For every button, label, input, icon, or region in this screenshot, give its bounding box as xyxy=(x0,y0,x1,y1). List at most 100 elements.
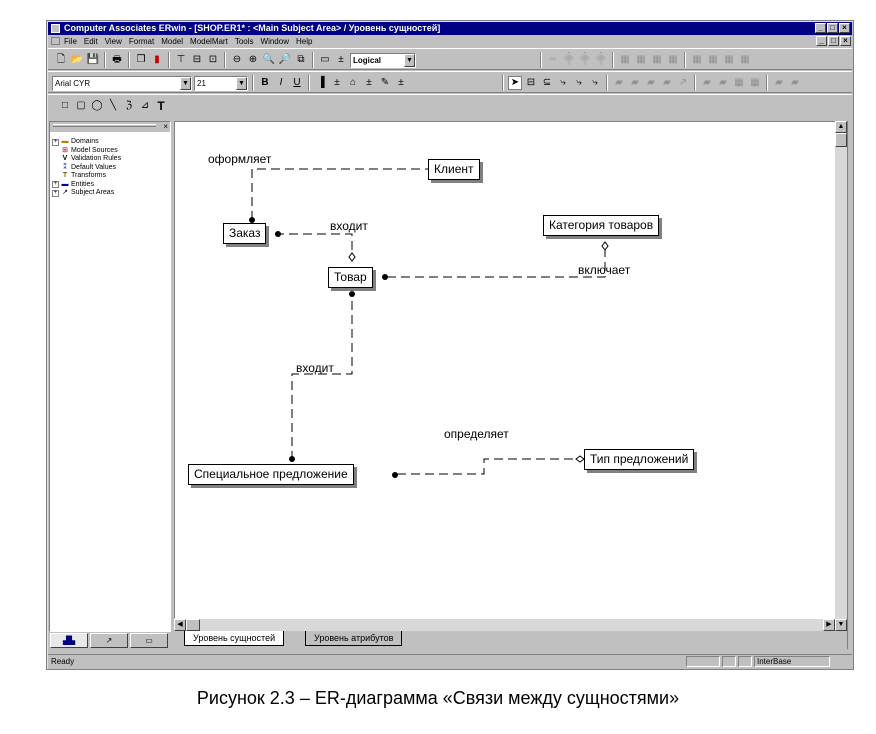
italic-button[interactable]: I xyxy=(274,76,288,90)
select-pointer-icon[interactable]: ➤ xyxy=(508,76,522,90)
scroll-down-icon[interactable]: ▼ xyxy=(835,619,847,631)
scroll-left-icon[interactable]: ◀ xyxy=(174,619,186,631)
tab-entity-level[interactable]: Уровень сущностей xyxy=(184,631,285,646)
doc-minimize-button[interactable]: _ xyxy=(816,36,827,46)
identifying-relationship-icon[interactable]: ⤷ xyxy=(556,76,570,90)
fill-color-icon[interactable]: ± xyxy=(330,76,344,90)
save-icon[interactable]: 💾 xyxy=(86,53,100,67)
menu-modelmart[interactable]: ModelMart xyxy=(190,37,228,46)
zoom-out-icon[interactable]: ⊖ xyxy=(230,53,244,67)
report-icon[interactable]: ▮ xyxy=(150,53,164,67)
tree-item-validation-rules[interactable]: V Validation Rules xyxy=(52,155,121,164)
pane-grip[interactable] xyxy=(53,124,156,127)
doc-restore-button[interactable]: □ xyxy=(828,36,839,46)
splitter[interactable] xyxy=(847,121,853,649)
entity-editor-icon[interactable]: ⊤ xyxy=(174,53,188,67)
relationship-label-offer-includes[interactable]: входит xyxy=(296,361,334,375)
doc-close-button[interactable]: × xyxy=(840,36,851,46)
entity-client[interactable]: Клиент xyxy=(428,159,480,180)
stored-display-icon[interactable]: ± xyxy=(334,53,348,67)
chevron-down-icon[interactable]: ▼ xyxy=(180,76,191,90)
many-to-many-icon[interactable]: ⤷ xyxy=(572,76,586,90)
subject-areas-icon: ↗ xyxy=(62,189,68,196)
ellipse-tool-icon[interactable]: ◯ xyxy=(90,99,104,113)
document-icon[interactable] xyxy=(51,37,60,45)
subject-area-icon[interactable]: ▭ xyxy=(318,53,332,67)
chevron-down-icon[interactable]: ▼ xyxy=(236,76,247,90)
chevron-down-icon[interactable]: ▼ xyxy=(404,53,415,67)
tab-model-objects[interactable]: ▟▙ xyxy=(50,633,88,648)
subtype-tool-icon[interactable]: ⊆ xyxy=(540,76,554,90)
entity-product[interactable]: Товар xyxy=(328,267,373,288)
zoom-window-icon[interactable]: ⧉ xyxy=(294,53,308,67)
font-size-select[interactable]: 21 ▼ xyxy=(194,75,248,91)
close-icon[interactable]: × xyxy=(163,122,168,131)
menu-edit[interactable]: Edit xyxy=(84,37,98,46)
menu-format[interactable]: Format xyxy=(129,37,154,46)
tab-attribute-level[interactable]: Уровень атрибутов xyxy=(305,631,403,646)
relationship-label-defines[interactable]: определяет xyxy=(444,427,509,441)
text-color-icon[interactable]: ▐ xyxy=(314,76,328,90)
tree-item-default-values[interactable]: ⁑ Default Values xyxy=(52,164,121,173)
underline-button[interactable]: U xyxy=(290,76,304,90)
close-button[interactable]: × xyxy=(839,23,850,33)
background-color-icon[interactable]: ± xyxy=(362,76,376,90)
menu-window[interactable]: Window xyxy=(261,37,289,46)
pen-color-icon[interactable]: ✎ xyxy=(378,76,392,90)
entity-special-offer[interactable]: Специальное предложение xyxy=(188,464,354,485)
tree-item-transforms[interactable]: T Transforms xyxy=(52,172,121,181)
tab-subject-areas[interactable]: ↗ xyxy=(90,633,128,648)
horizontal-scrollbar[interactable]: ◀ ▶ xyxy=(174,619,835,631)
copy-icon[interactable]: ❐ xyxy=(134,53,148,67)
menu-file[interactable]: File xyxy=(64,37,77,46)
freehand-tool-icon[interactable]: ℨ xyxy=(122,99,136,113)
relationship-label-forms[interactable]: оформляет xyxy=(208,152,271,166)
expand-icon[interactable]: + xyxy=(52,189,59,197)
pen-options-icon[interactable]: ± xyxy=(394,76,408,90)
minimize-button[interactable]: _ xyxy=(815,23,826,33)
zoom-fit-icon[interactable]: 🔎 xyxy=(278,53,292,67)
tab-diagrams[interactable]: ▭ xyxy=(130,633,168,648)
vertical-scrollbar[interactable]: ▲ ▼ xyxy=(835,121,847,631)
rounded-rect-tool-icon[interactable]: ▢ xyxy=(74,99,88,113)
menu-model[interactable]: Model xyxy=(161,37,183,46)
line-tool-icon[interactable]: ╲ xyxy=(106,99,120,113)
entity-product-category[interactable]: Категория товаров xyxy=(543,215,660,236)
menu-tools[interactable]: Tools xyxy=(235,37,254,46)
relationship-label-order-includes[interactable]: входит xyxy=(330,219,368,233)
line-color-icon[interactable]: ⌂ xyxy=(346,76,360,90)
entity-tool-icon[interactable]: ⊟ xyxy=(524,76,538,90)
scroll-right-icon[interactable]: ▶ xyxy=(823,619,835,631)
bold-button[interactable]: B xyxy=(258,76,272,90)
font-name-select[interactable]: Arial CYR ▼ xyxy=(52,75,192,91)
scroll-thumb[interactable] xyxy=(835,133,847,147)
print-icon[interactable]: 🖶 xyxy=(110,53,124,67)
attribute-editor-icon[interactable]: ⊟ xyxy=(190,53,204,67)
non-identifying-relationship-icon[interactable]: ⤷ xyxy=(588,76,602,90)
menu-help[interactable]: Help xyxy=(296,37,312,46)
zoom-in-icon[interactable]: ⊕ xyxy=(246,53,260,67)
entity-offer-type[interactable]: Тип предложений xyxy=(584,449,695,470)
scroll-thumb-horizontal[interactable] xyxy=(186,619,200,631)
polygon-tool-icon[interactable]: ⊿ xyxy=(138,99,152,113)
open-folder-icon[interactable]: 📂 xyxy=(70,53,84,67)
scroll-up-icon[interactable]: ▲ xyxy=(835,121,847,133)
table-editor-icon[interactable]: ⊡ xyxy=(206,53,220,67)
relationship-label-includes[interactable]: включает xyxy=(578,263,630,277)
entity-order[interactable]: Заказ xyxy=(223,223,267,244)
tree-item-model-sources[interactable]: ⊞ Model Sources xyxy=(52,147,121,156)
tree-item-domains[interactable]: + ▬ Domains xyxy=(52,138,121,147)
new-file-icon[interactable]: 🗋 xyxy=(54,53,68,67)
maximize-button[interactable]: □ xyxy=(827,23,838,33)
zoom-level-icon[interactable]: 🔍 xyxy=(262,53,276,67)
expand-icon[interactable]: + xyxy=(52,138,59,146)
rectangle-tool-icon[interactable]: □ xyxy=(58,99,72,113)
tree-item-entities[interactable]: + ▬ Entities xyxy=(52,181,121,190)
text-tool-icon[interactable]: T xyxy=(154,99,168,113)
expand-icon[interactable]: + xyxy=(52,181,59,189)
menu-view[interactable]: View xyxy=(105,37,122,46)
view-mode-select[interactable]: Logical ▼ xyxy=(350,52,416,68)
tree-item-subject-areas[interactable]: + ↗ Subject Areas xyxy=(52,189,121,198)
erwin-window: Computer Associates ERwin - [SHOP.ER1* :… xyxy=(46,20,854,670)
diagram-canvas[interactable]: Клиент Заказ Категория товаров Товар Спе… xyxy=(174,121,836,619)
